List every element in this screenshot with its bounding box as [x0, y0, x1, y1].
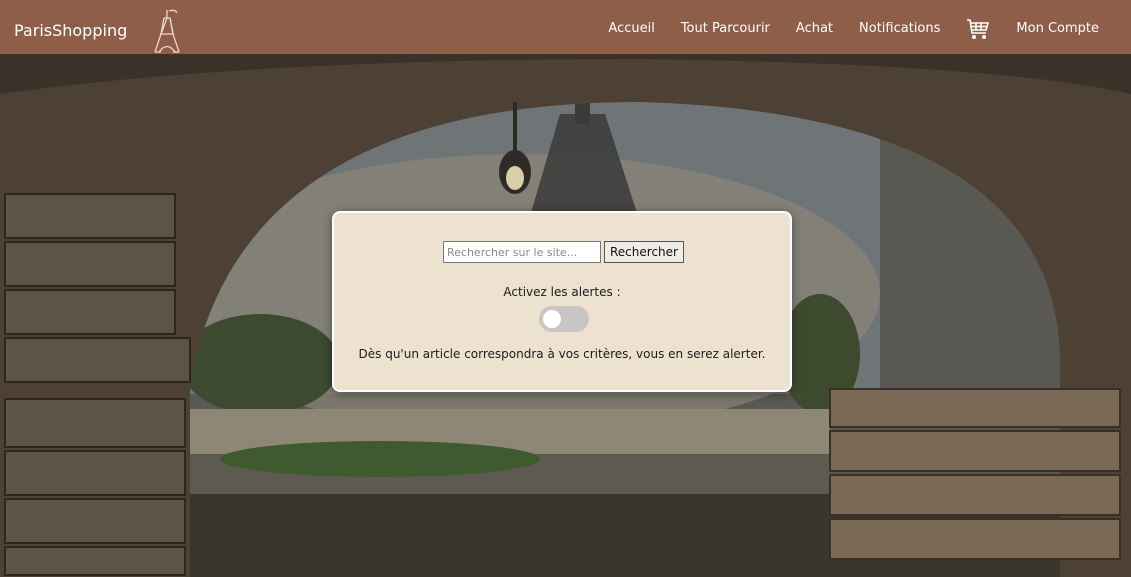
alert-label: Activez les alertes :: [503, 285, 621, 299]
search-row: Rechercher: [443, 241, 684, 263]
cart-icon[interactable]: [966, 18, 990, 40]
toggle-knob: [543, 310, 561, 328]
alert-toggle[interactable]: [539, 306, 589, 332]
alert-description: Dès qu'un article correspondra à vos cri…: [358, 347, 766, 361]
main-nav: Accueil Tout Parcourir Achat Notificatio…: [582, 18, 1099, 40]
brand-link[interactable]: ParisShopping: [14, 21, 127, 41]
nav-notifications[interactable]: Notifications: [859, 18, 940, 40]
search-button[interactable]: Rechercher: [604, 241, 684, 263]
nav-achat[interactable]: Achat: [796, 18, 833, 40]
search-alert-panel: Rechercher Activez les alertes : Dès qu'…: [332, 211, 792, 392]
nav-mon-compte[interactable]: Mon Compte: [1016, 18, 1099, 40]
nav-tout-parcourir[interactable]: Tout Parcourir: [681, 18, 770, 40]
top-navbar: ParisShopping Accueil Tout Parcourir Ach…: [0, 0, 1131, 54]
eiffel-tower-icon: [147, 8, 187, 54]
search-input[interactable]: [443, 241, 601, 263]
nav-accueil[interactable]: Accueil: [608, 18, 654, 40]
